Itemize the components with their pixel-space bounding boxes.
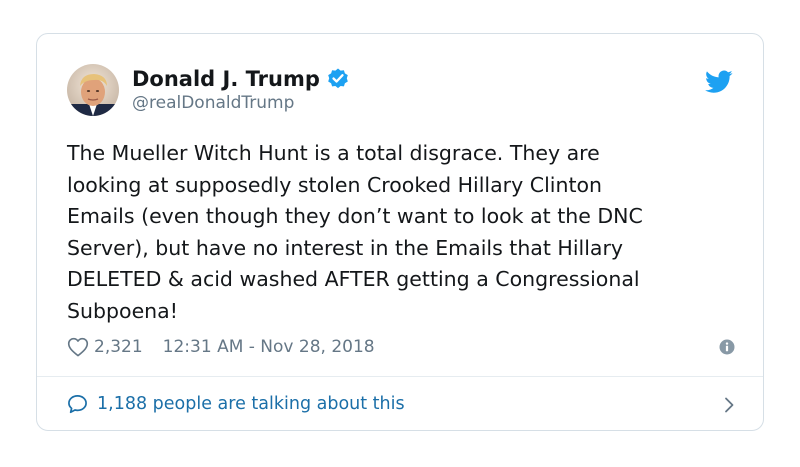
chevron-right-icon[interactable] bbox=[723, 396, 735, 414]
reply-bubble-icon bbox=[67, 394, 88, 414]
talking-about-text[interactable]: 1,188 people are talking about this bbox=[97, 394, 405, 414]
tweet-meta-row: 2,321 12:31 AM - Nov 28, 2018 bbox=[67, 334, 735, 360]
heart-icon[interactable] bbox=[67, 337, 89, 357]
author-handle[interactable]: @realDonaldTrump bbox=[132, 93, 294, 113]
tweet-text-line: DELETED & acid washed AFTER getting a Co… bbox=[67, 267, 640, 292]
divider bbox=[37, 376, 763, 377]
avatar[interactable] bbox=[67, 64, 119, 116]
avatar-image bbox=[67, 64, 119, 116]
tweet-text-line: looking at supposedly stolen Crooked Hil… bbox=[67, 172, 603, 197]
author-display-name[interactable]: Donald J. Trump bbox=[132, 67, 320, 91]
tweet-text-line: Emails (even though they don’t want to l… bbox=[67, 204, 643, 229]
tweet-text: The Mueller Witch Hunt is a total disgra… bbox=[67, 138, 747, 328]
tweet-timestamp[interactable]: 12:31 AM - Nov 28, 2018 bbox=[163, 337, 375, 357]
twitter-bird-icon[interactable] bbox=[705, 70, 733, 94]
info-icon[interactable] bbox=[719, 339, 735, 355]
tweet-text-line: Subpoena! bbox=[67, 298, 178, 323]
like-count[interactable]: 2,321 bbox=[94, 337, 143, 357]
author-name-row: Donald J. Trump bbox=[132, 64, 350, 94]
tweet-text-line: The Mueller Witch Hunt is a total disgra… bbox=[67, 141, 600, 165]
tweet-card: Donald J. Trump @realDonaldTrump The Mue… bbox=[36, 33, 764, 431]
verified-badge-icon bbox=[326, 67, 350, 91]
conversation-link[interactable]: 1,188 people are talking about this bbox=[67, 389, 735, 419]
tweet-text-line: Server), but have no interest in the Ema… bbox=[67, 235, 624, 260]
